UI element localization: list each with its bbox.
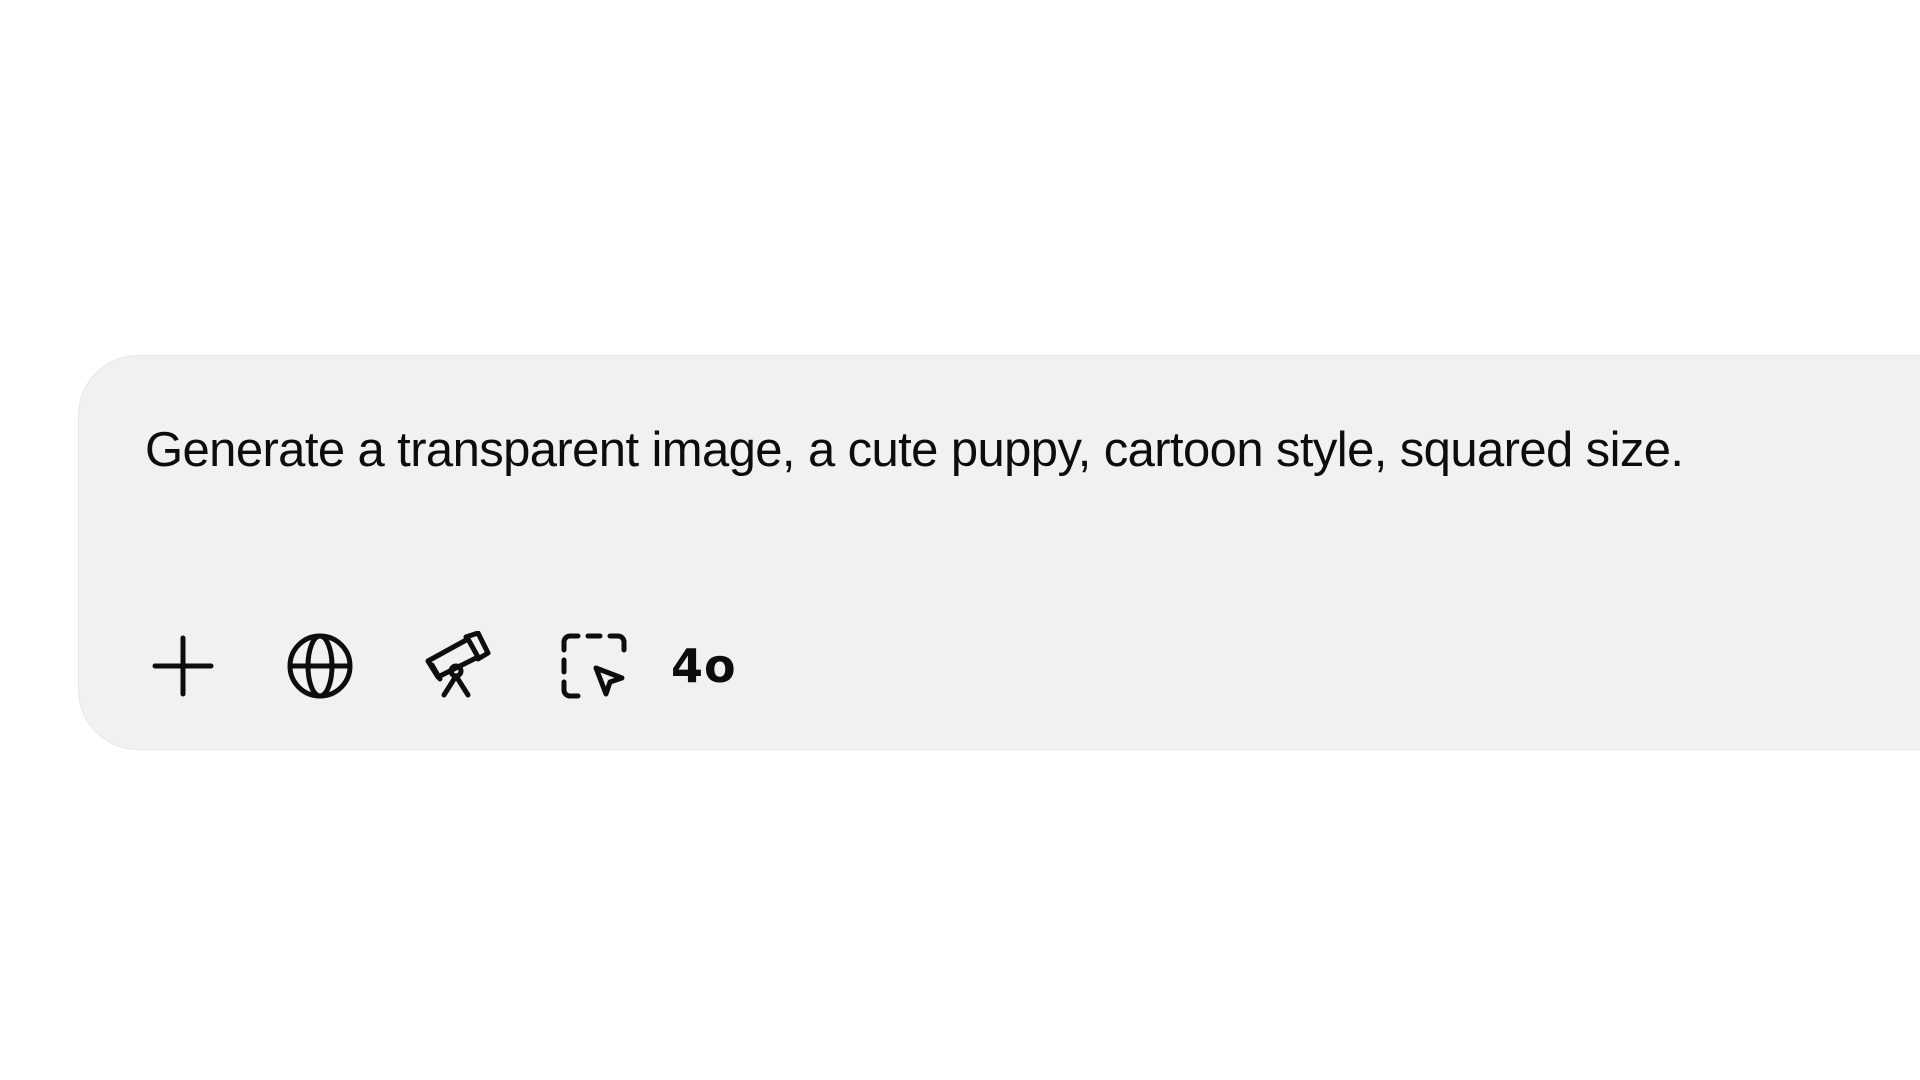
model-selector[interactable]: 4o	[671, 639, 737, 693]
operator-button[interactable]	[554, 626, 634, 706]
select-cursor-icon	[561, 633, 627, 699]
globe-icon	[287, 633, 353, 699]
add-button[interactable]	[143, 626, 223, 706]
chat-composer[interactable]: Generate a transparent image, a cute pup…	[78, 355, 1920, 750]
deep-research-button[interactable]	[417, 626, 497, 706]
telescope-icon	[425, 631, 491, 698]
composer-toolbar: 4o	[143, 626, 737, 706]
prompt-input[interactable]: Generate a transparent image, a cute pup…	[145, 420, 1684, 480]
search-web-button[interactable]	[280, 626, 360, 706]
plus-icon	[152, 635, 214, 697]
